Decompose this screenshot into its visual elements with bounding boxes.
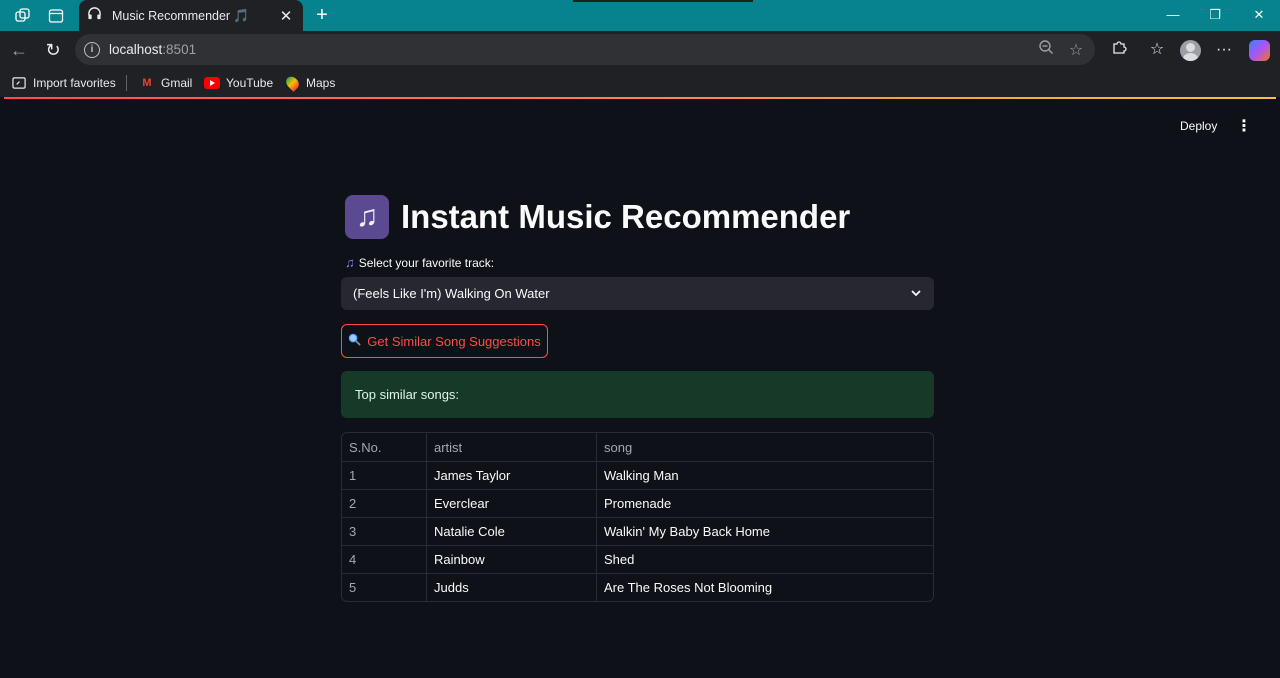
song-cell[interactable]: Shed — [596, 546, 933, 573]
browser-tab-bar: Music Recommender 🎵 ✕ + — ❐ ✕ — [0, 0, 1280, 31]
title-strip — [573, 0, 753, 2]
favorites-icon[interactable]: ☆ — [1146, 39, 1168, 61]
table-row: 3 Natalie Cole Walkin' My Baby Back Home — [342, 517, 933, 545]
row-index: 1 — [349, 468, 357, 483]
get-suggestions-label: Get Similar Song Suggestions — [367, 333, 541, 349]
close-window-icon[interactable]: ✕ — [1245, 4, 1273, 26]
deploy-button[interactable]: Deploy — [1180, 119, 1217, 133]
table-row: 2 Everclear Promenade — [342, 489, 933, 517]
selected-track: (Feels Like I'm) Walking On Water — [353, 286, 550, 301]
artist-cell[interactable]: Rainbow — [426, 546, 596, 573]
music-notes-icon: ♫ — [345, 195, 389, 239]
close-tab-icon[interactable]: ✕ — [277, 7, 295, 25]
table-row: 4 Rainbow Shed — [342, 545, 933, 573]
extensions-icon[interactable] — [1108, 39, 1130, 61]
gmail-link[interactable]: M Gmail — [139, 74, 192, 92]
active-tab[interactable]: Music Recommender 🎵 ✕ — [79, 0, 303, 31]
row-index: 4 — [349, 552, 357, 567]
youtube-link[interactable]: YouTube — [204, 74, 273, 92]
app-decoration-bar — [4, 97, 1276, 99]
song-cell[interactable]: Walkin' My Baby Back Home — [596, 518, 933, 545]
import-favorites-link[interactable]: Import favorites — [11, 74, 116, 92]
import-favorites-icon — [11, 75, 27, 91]
youtube-icon — [204, 75, 220, 91]
url-text: localhost:8501 — [109, 42, 197, 57]
favorite-star-icon[interactable]: ☆ — [1065, 40, 1087, 60]
page-title: Instant Music Recommender — [401, 198, 851, 235]
workspaces-icon[interactable] — [13, 6, 33, 26]
table-header-row: S.No. artist song — [342, 433, 933, 461]
refresh-icon[interactable]: ↻ — [42, 39, 64, 61]
artist-cell[interactable]: Natalie Cole — [426, 518, 596, 545]
browser-nav-bar: ← ↻ i localhost:8501 ☆ ☆ ··· — [0, 31, 1280, 69]
minimize-icon[interactable]: — — [1159, 4, 1187, 26]
magnifier-icon — [348, 333, 362, 349]
restore-icon[interactable]: ❐ — [1201, 4, 1229, 26]
zoom-icon[interactable] — [1035, 39, 1057, 60]
table-row: 5 Judds Are The Roses Not Blooming — [342, 573, 933, 601]
profile-avatar[interactable] — [1180, 40, 1201, 61]
favorites-divider — [126, 75, 127, 91]
row-index: 2 — [349, 496, 357, 511]
tab-title: Music Recommender 🎵 — [112, 7, 250, 23]
row-index: 3 — [349, 524, 357, 539]
column-header-sno[interactable]: S.No. — [342, 433, 426, 461]
artist-cell[interactable]: James Taylor — [426, 462, 596, 489]
row-index: 5 — [349, 580, 357, 595]
favorites-bar: Import favorites M Gmail YouTube Maps — [0, 69, 1280, 97]
site-info-icon[interactable]: i — [84, 41, 100, 58]
select-label: ♫ Select your favorite track: — [345, 255, 495, 270]
get-suggestions-button[interactable]: Get Similar Song Suggestions — [341, 324, 548, 358]
main-menu-icon[interactable]: ⋮ — [1236, 118, 1252, 136]
column-header-artist[interactable]: artist — [426, 433, 596, 461]
song-cell[interactable]: Walking Man — [596, 462, 933, 489]
address-bar[interactable]: i localhost:8501 ☆ — [75, 34, 1095, 65]
success-alert: Top similar songs: — [341, 371, 934, 418]
artist-cell[interactable]: Judds — [426, 574, 596, 601]
artist-cell[interactable]: Everclear — [426, 490, 596, 517]
headphones-icon — [87, 6, 102, 26]
chevron-down-icon[interactable] — [910, 288, 922, 300]
copilot-icon[interactable] — [1249, 40, 1270, 61]
song-cell[interactable]: Are The Roses Not Blooming — [596, 574, 933, 601]
more-options-icon[interactable]: ··· — [1213, 39, 1235, 61]
track-select[interactable]: (Feels Like I'm) Walking On Water — [341, 277, 934, 310]
results-table[interactable]: S.No. artist song 1 James Taylor Walking… — [341, 432, 934, 602]
music-note-icon: ♫ — [345, 255, 355, 270]
table-row: 1 James Taylor Walking Man — [342, 461, 933, 489]
column-header-song[interactable]: song — [596, 433, 933, 461]
music-note-icon: 🎵 — [233, 7, 250, 23]
song-cell[interactable]: Promenade — [596, 490, 933, 517]
new-tab-button[interactable]: + — [311, 4, 333, 26]
title-row: ♫ Instant Music Recommender — [345, 195, 850, 239]
maps-icon — [283, 74, 301, 92]
app-viewport: Deploy ⋮ ♫ Instant Music Recommender ♫ S… — [4, 97, 1276, 678]
back-icon[interactable]: ← — [8, 39, 30, 61]
result-message: Top similar songs: — [355, 387, 460, 402]
tab-actions-icon[interactable] — [46, 6, 66, 26]
gmail-icon: M — [142, 77, 152, 89]
maps-link[interactable]: Maps — [283, 74, 335, 92]
